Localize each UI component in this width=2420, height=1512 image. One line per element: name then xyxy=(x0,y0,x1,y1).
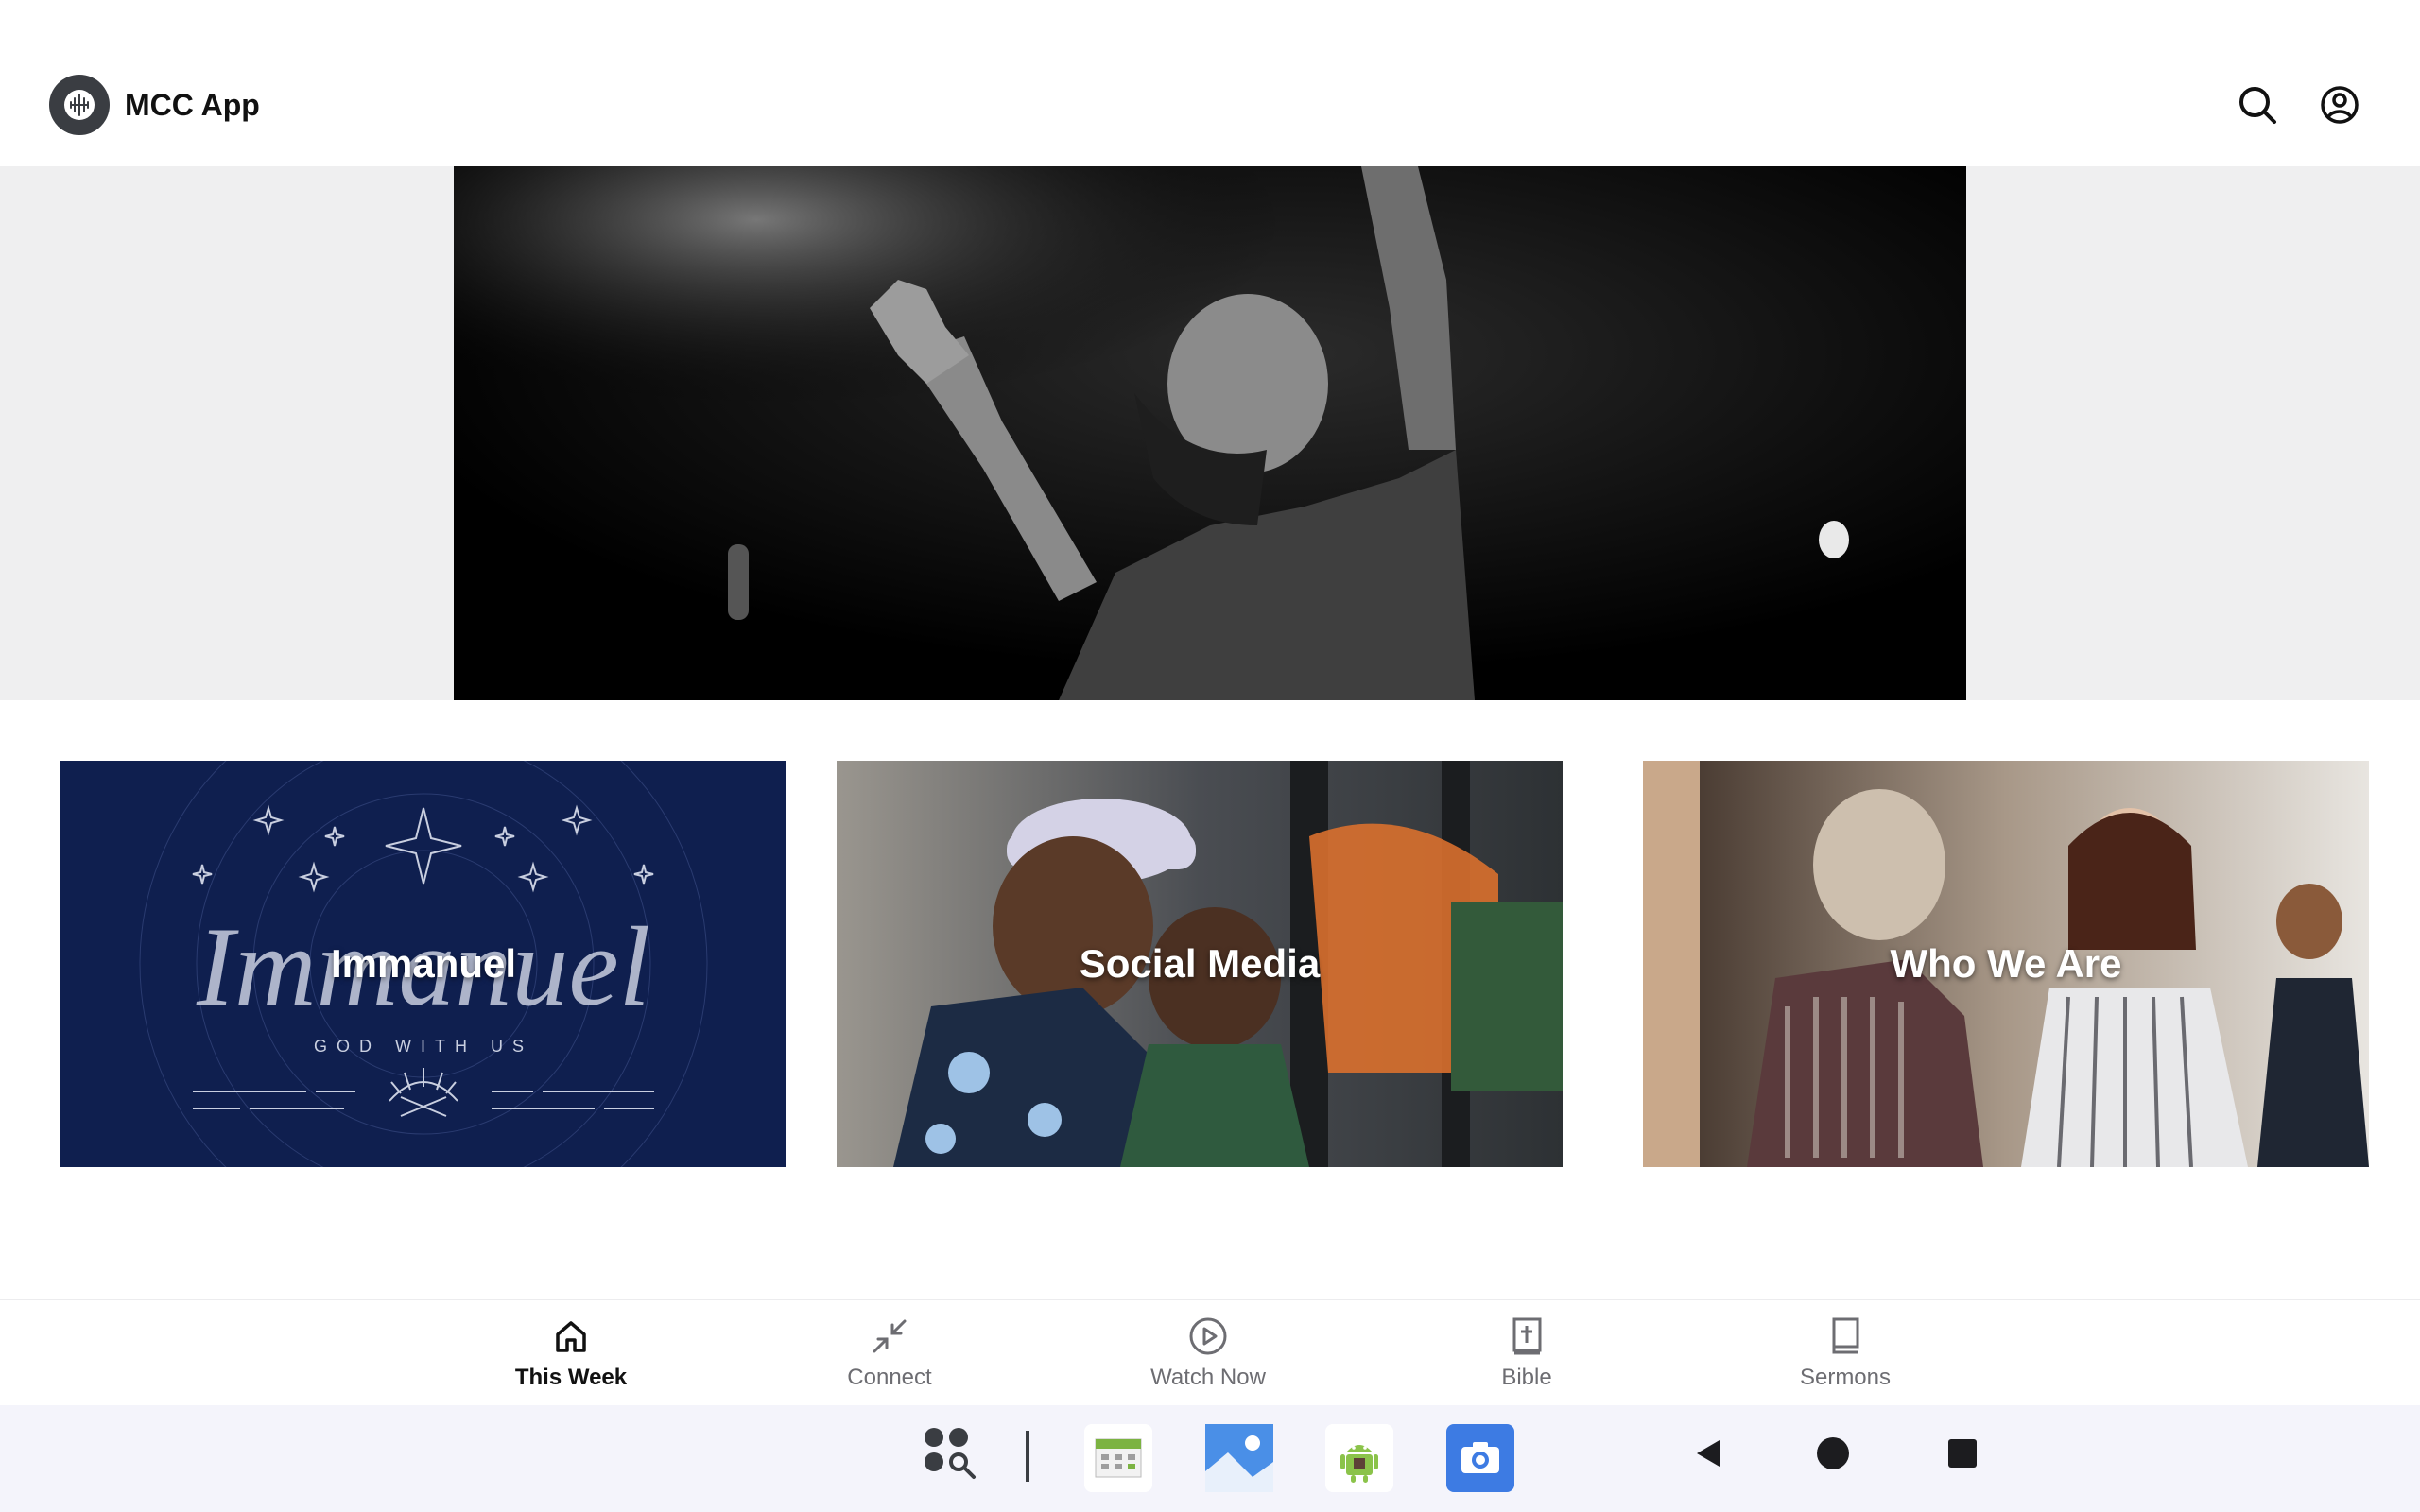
card-immanuel[interactable]: Immanuel GOD WITH US Immanuel xyxy=(60,761,786,1167)
recents-icon[interactable] xyxy=(1939,1430,1986,1477)
calendar-app-icon[interactable] xyxy=(1084,1424,1152,1492)
tab-bible[interactable]: Bible xyxy=(1432,1300,1621,1406)
tab-label: Watch Now xyxy=(1150,1365,1266,1390)
app-header: MCC App xyxy=(0,0,2420,166)
tab-label: Bible xyxy=(1501,1365,1552,1390)
compress-arrows-icon xyxy=(869,1315,910,1357)
search-icon xyxy=(2239,87,2276,124)
app-search-icon[interactable] xyxy=(919,1422,979,1483)
home-icon xyxy=(550,1315,592,1357)
card-title: Immanuel xyxy=(330,941,517,986)
hero-image[interactable] xyxy=(454,166,1966,700)
tab-watch-now[interactable]: Watch Now xyxy=(1114,1300,1303,1406)
bible-icon xyxy=(1506,1315,1547,1357)
back-icon[interactable] xyxy=(1685,1430,1732,1477)
system-nav-bar xyxy=(0,1405,2420,1512)
church-logo-icon[interactable] xyxy=(49,75,110,135)
card-title: Who We Are xyxy=(1890,941,2122,986)
card-title: Social Media xyxy=(1079,941,1321,986)
card-who-we-are[interactable]: Who We Are xyxy=(1643,761,2369,1167)
tab-this-week[interactable]: This Week xyxy=(476,1300,666,1406)
android-app-icon[interactable] xyxy=(1325,1424,1393,1492)
home-circle-icon[interactable] xyxy=(1809,1430,1857,1477)
app-screen: MCC App Immanuel GOD WITH US Immanuel So… xyxy=(0,0,2420,1512)
tab-label: This Week xyxy=(514,1365,628,1390)
play-circle-icon xyxy=(1187,1315,1229,1357)
camera-app-icon[interactable] xyxy=(1446,1424,1514,1492)
app-title: MCC App xyxy=(125,88,260,122)
taskbar-divider xyxy=(1026,1431,1029,1482)
book-icon xyxy=(1824,1315,1866,1357)
search-button[interactable] xyxy=(2234,81,2281,129)
tab-connect[interactable]: Connect xyxy=(795,1300,984,1406)
account-button[interactable] xyxy=(2316,81,2363,129)
bottom-tab-bar: This Week Connect Watch Now Bible Sermon… xyxy=(0,1299,2420,1405)
tab-sermons[interactable]: Sermons xyxy=(1751,1300,1940,1406)
card-social-media[interactable]: Social Media xyxy=(837,761,1563,1167)
gallery-app-icon[interactable] xyxy=(1205,1424,1273,1492)
account-icon xyxy=(2321,86,2359,124)
tab-label: Connect xyxy=(847,1365,932,1390)
tab-label: Sermons xyxy=(1799,1365,1892,1390)
